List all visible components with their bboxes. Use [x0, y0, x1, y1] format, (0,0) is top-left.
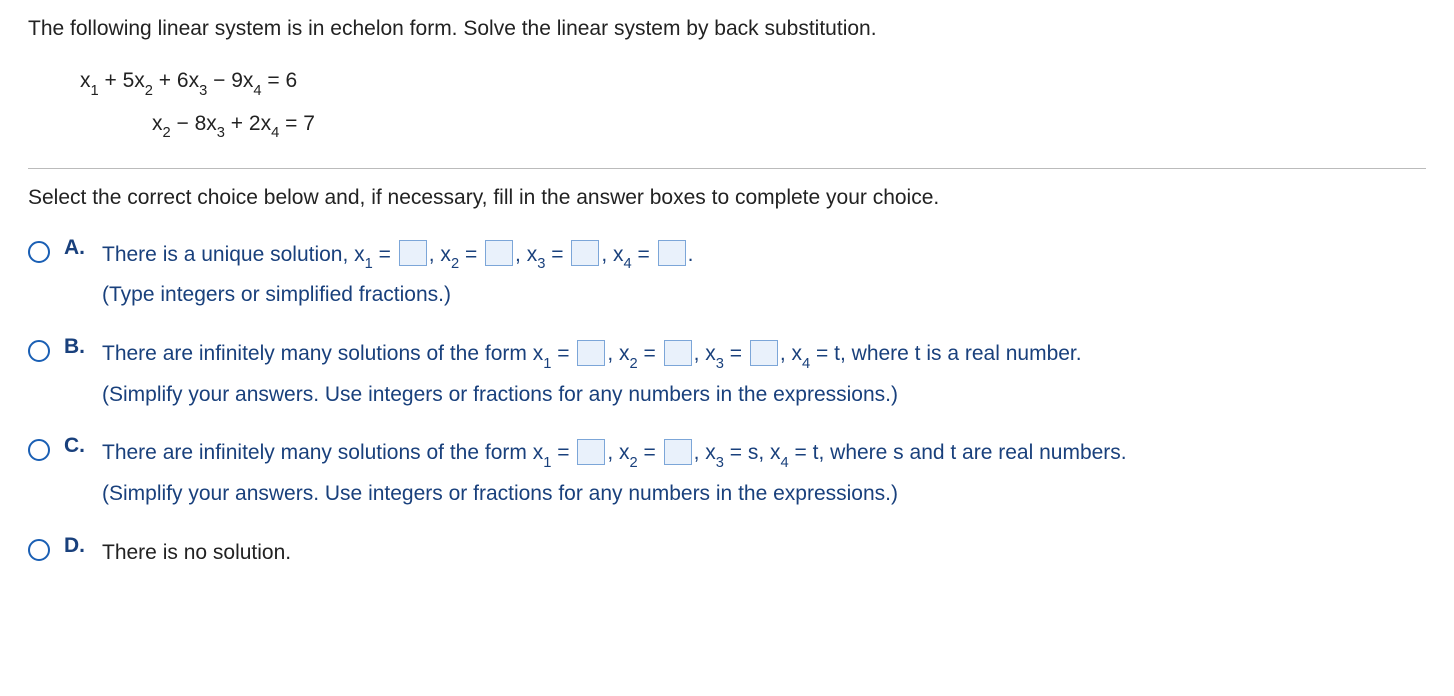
label-a: A.: [64, 236, 88, 260]
b-eq2: =: [638, 342, 662, 365]
label-d: D.: [64, 534, 88, 558]
c-input-x1[interactable]: [577, 439, 605, 465]
c-eq1: =: [551, 441, 575, 464]
sub-2b: 2: [163, 125, 171, 141]
b-input-x2[interactable]: [664, 340, 692, 366]
d-text: There is no solution.: [102, 541, 291, 564]
sub-3b: 3: [217, 125, 225, 141]
a-c2: , x: [429, 243, 451, 266]
radio-d[interactable]: [28, 539, 50, 561]
eq2-x4: + 2x: [225, 112, 271, 135]
equation-block: x1 + 5x2 + 6x3 − 9x4 = 6 x2 − 8x3 + 2x4 …: [80, 61, 1426, 145]
a-eq2: =: [459, 243, 483, 266]
b-s2: 2: [629, 356, 637, 372]
a-s1: 1: [365, 256, 373, 272]
c-c2: , x: [607, 441, 629, 464]
divider: [28, 168, 1426, 169]
sub-4: 4: [253, 83, 261, 99]
sub-2: 2: [145, 83, 153, 99]
c-hint: (Simplify your answers. Use integers or …: [102, 482, 898, 505]
radio-c[interactable]: [28, 439, 50, 461]
b-lead: There are infinitely many solutions of t…: [102, 342, 543, 365]
a-end: .: [688, 243, 694, 266]
c-s2: 2: [629, 455, 637, 471]
sub-3: 3: [199, 83, 207, 99]
b-s3: 3: [716, 356, 724, 372]
a-eq1: =: [373, 243, 397, 266]
b-c2: , x: [607, 342, 629, 365]
b-c3: , x: [694, 342, 716, 365]
sub-1: 1: [91, 83, 99, 99]
c-lead: There are infinitely many solutions of t…: [102, 441, 543, 464]
c-c3: , x: [694, 441, 716, 464]
b-eq3: =: [724, 342, 748, 365]
b-eq1: =: [551, 342, 575, 365]
eq2-x2: x: [152, 112, 163, 135]
a-input-x2[interactable]: [485, 240, 513, 266]
b-input-x3[interactable]: [750, 340, 778, 366]
choices-group: A. There is a unique solution, x1 = , x2…: [28, 236, 1426, 573]
label-b: B.: [64, 335, 88, 359]
c-s1: 1: [543, 455, 551, 471]
choice-b: B. There are infinitely many solutions o…: [28, 335, 1426, 414]
radio-a[interactable]: [28, 241, 50, 263]
eq1-x4: − 9x: [207, 69, 253, 92]
a-input-x4[interactable]: [658, 240, 686, 266]
a-c3: , x: [515, 243, 537, 266]
a-s3: 3: [537, 256, 545, 272]
choice-d-body: There is no solution.: [102, 534, 291, 573]
c-input-x2[interactable]: [664, 439, 692, 465]
eq1-x3: + 6x: [153, 69, 199, 92]
choice-b-body: There are infinitely many solutions of t…: [102, 335, 1082, 414]
c-tail2: = t, where s and t are real numbers.: [789, 441, 1127, 464]
a-input-x1[interactable]: [399, 240, 427, 266]
choice-d: D. There is no solution.: [28, 534, 1426, 573]
b-tail: = t, where t is a real number.: [810, 342, 1081, 365]
eq1-rhs: = 6: [262, 69, 298, 92]
c-s4: 4: [781, 455, 789, 471]
a-input-x3[interactable]: [571, 240, 599, 266]
eq1-x1: x: [80, 69, 91, 92]
a-hint: (Type integers or simplified fractions.): [102, 283, 451, 306]
equation-1: x1 + 5x2 + 6x3 − 9x4 = 6: [80, 61, 1426, 103]
a-s2: 2: [451, 256, 459, 272]
select-prompt: Select the correct choice below and, if …: [28, 183, 1426, 212]
choice-c-body: There are infinitely many solutions of t…: [102, 434, 1127, 513]
choice-a: A. There is a unique solution, x1 = , x2…: [28, 236, 1426, 315]
c-eq2: =: [638, 441, 662, 464]
sub-4b: 4: [271, 125, 279, 141]
b-s1: 1: [543, 356, 551, 372]
eq1-x2: + 5x: [99, 69, 145, 92]
b-hint: (Simplify your answers. Use integers or …: [102, 383, 898, 406]
b-input-x1[interactable]: [577, 340, 605, 366]
a-c4: , x: [601, 243, 623, 266]
a-s4: 4: [624, 256, 632, 272]
a-eq4: =: [632, 243, 656, 266]
c-tail1: = s, x: [724, 441, 781, 464]
c-s3: 3: [716, 455, 724, 471]
b-s4: 4: [802, 356, 810, 372]
choice-a-body: There is a unique solution, x1 = , x2 = …: [102, 236, 693, 315]
choice-c: C. There are infinitely many solutions o…: [28, 434, 1426, 513]
question-intro: The following linear system is in echelo…: [28, 14, 1426, 43]
b-c4: , x: [780, 342, 802, 365]
label-c: C.: [64, 434, 88, 458]
a-lead: There is a unique solution, x: [102, 243, 365, 266]
a-eq3: =: [545, 243, 569, 266]
radio-b[interactable]: [28, 340, 50, 362]
eq2-rhs: = 7: [279, 112, 315, 135]
eq2-x3: − 8x: [171, 112, 217, 135]
equation-2: x2 − 8x3 + 2x4 = 7: [80, 104, 1426, 146]
